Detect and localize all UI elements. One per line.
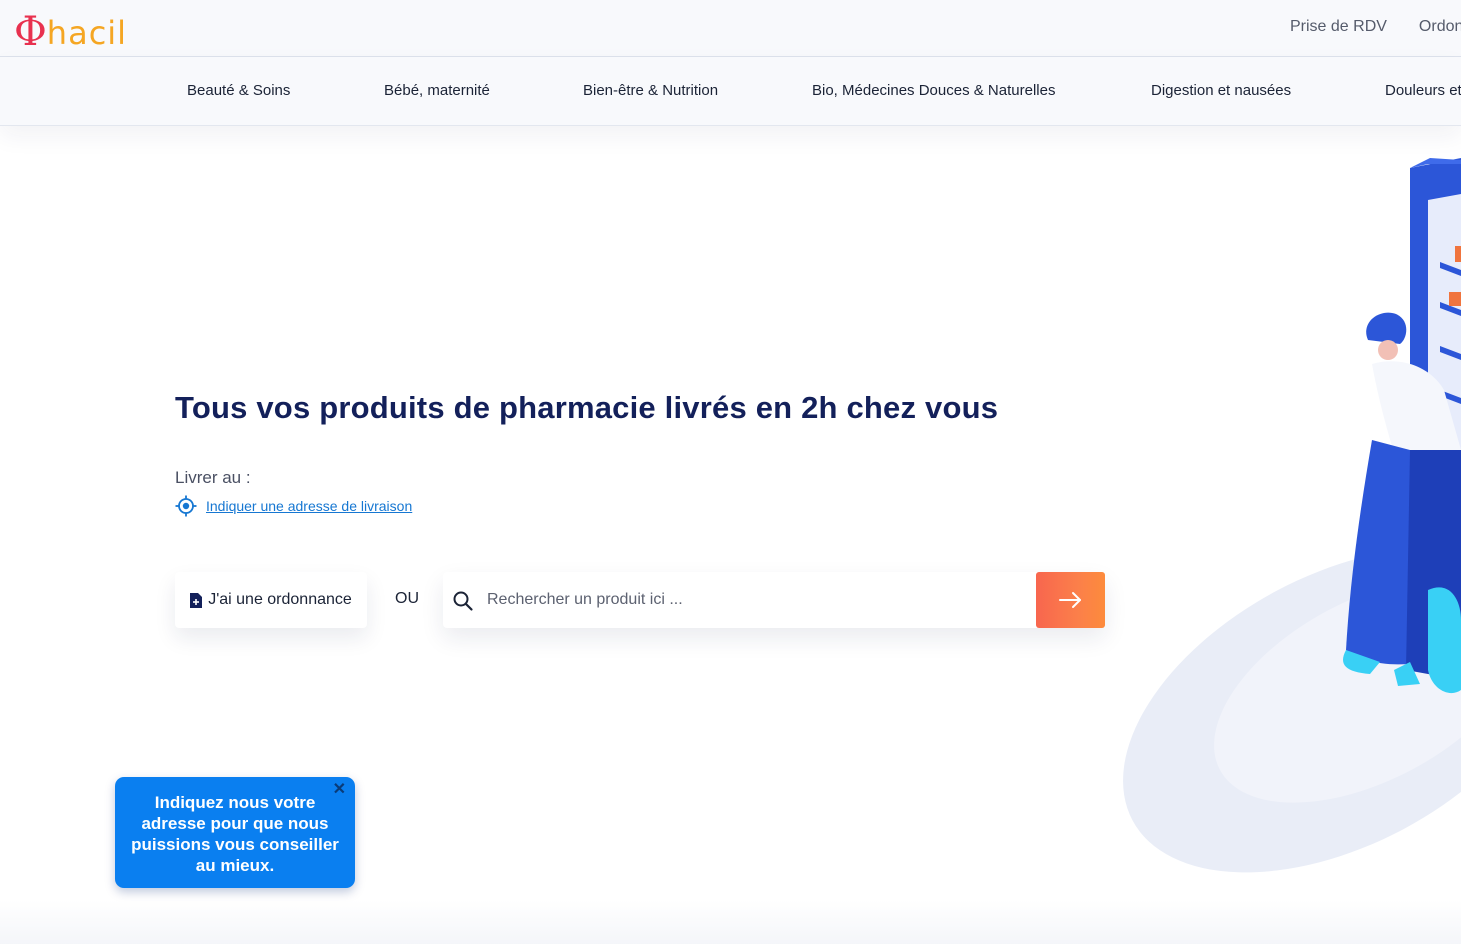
logo[interactable]: Φ hacil bbox=[14, 4, 127, 52]
page: Φ hacil Prise de RDV Ordon Beauté & Soin… bbox=[0, 0, 1461, 944]
product-search bbox=[443, 572, 1105, 628]
address-row: Indiquer une adresse de livraison bbox=[175, 495, 412, 517]
logo-symbol: Φ bbox=[14, 9, 47, 55]
pharmacy-illustration bbox=[1123, 158, 1461, 873]
header-link-prise-de-rdv[interactable]: Prise de RDV bbox=[1290, 18, 1387, 36]
address-tooltip: ✕ Indiquez nous votre adresse pour que n… bbox=[115, 777, 355, 888]
category-bebe-maternite[interactable]: Bébé, maternité bbox=[384, 82, 490, 99]
category-nav: Beauté & Soins Bébé, maternité Bien-être… bbox=[0, 57, 1461, 126]
address-link[interactable]: Indiquer une adresse de livraison bbox=[206, 498, 412, 514]
prescription-button-label: J'ai une ordonnance bbox=[208, 591, 352, 608]
header-link-ordonnance[interactable]: Ordon bbox=[1419, 18, 1461, 36]
top-bar: Φ hacil Prise de RDV Ordon bbox=[0, 0, 1461, 57]
search-submit-button[interactable] bbox=[1036, 572, 1105, 628]
deliver-label: Livrer au : bbox=[175, 468, 251, 487]
bottom-fade bbox=[0, 900, 1461, 944]
tooltip-text: Indiquez nous votre adresse pour que nou… bbox=[131, 793, 339, 875]
category-douleurs[interactable]: Douleurs et bbox=[1385, 82, 1461, 99]
prescription-button[interactable]: J'ai une ordonnance bbox=[175, 572, 367, 628]
category-digestion-nausees[interactable]: Digestion et nausées bbox=[1151, 82, 1291, 99]
logo-wordmark: hacil bbox=[46, 14, 128, 52]
location-target-icon[interactable] bbox=[175, 495, 197, 517]
header-links: Prise de RDV Ordon bbox=[1290, 18, 1461, 36]
prescription-file-icon bbox=[190, 592, 203, 608]
search-input[interactable] bbox=[487, 572, 1035, 628]
category-beaute-soins[interactable]: Beauté & Soins bbox=[187, 82, 290, 99]
search-icon bbox=[453, 591, 473, 611]
arrow-right-icon bbox=[1058, 592, 1081, 608]
tooltip-close-icon[interactable]: ✕ bbox=[333, 782, 346, 798]
hero-title: Tous vos produits de pharmacie livrés en… bbox=[175, 390, 999, 425]
or-label: OU bbox=[395, 590, 419, 607]
category-bio-medecines-douces[interactable]: Bio, Médecines Douces & Naturelles bbox=[812, 82, 1055, 99]
category-bien-etre-nutrition[interactable]: Bien-être & Nutrition bbox=[583, 82, 718, 99]
